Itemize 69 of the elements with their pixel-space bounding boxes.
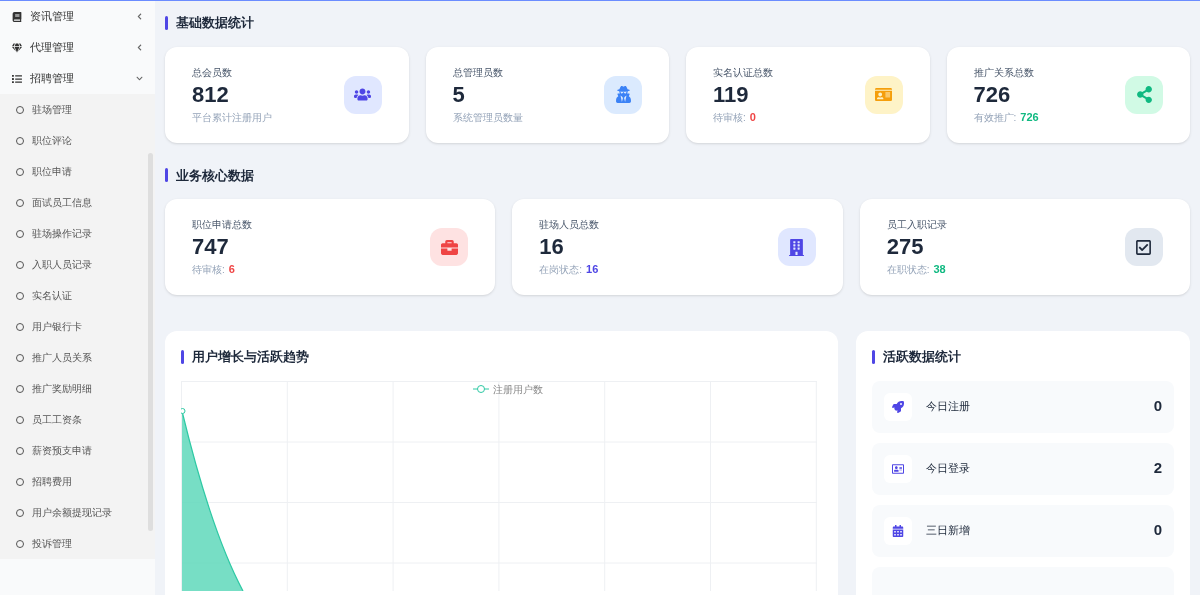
menu-item[interactable]: 招聘管理 bbox=[0, 63, 155, 94]
stat-highlight: 16 bbox=[586, 262, 599, 277]
stat-highlight: 38 bbox=[933, 262, 946, 277]
checkbox-icon bbox=[1135, 238, 1153, 256]
spy-icon bbox=[614, 86, 632, 103]
stat-note: 待审核: bbox=[192, 263, 225, 277]
menu-item[interactable]: 代理管理 bbox=[0, 32, 155, 63]
activity-label: 三日新增 bbox=[926, 523, 971, 539]
submenu-item[interactable]: 入职人员记录 bbox=[0, 249, 155, 280]
stat-note: 系统管理员数量 bbox=[452, 110, 523, 125]
stat-highlight: 6 bbox=[228, 262, 235, 277]
submenu-item[interactable]: 职位申请 bbox=[0, 156, 155, 187]
stat-highlight: 0 bbox=[749, 109, 756, 125]
id-card-icon bbox=[892, 462, 904, 475]
stat-label: 推广关系总数 bbox=[973, 65, 1035, 80]
stat-label: 总会员数 bbox=[192, 65, 233, 80]
stat-value: 119 bbox=[713, 80, 750, 109]
submenu-item[interactable]: 推广奖励明细 bbox=[0, 373, 155, 404]
stat-value: 16 bbox=[539, 233, 565, 261]
submenu-item[interactable]: 实名认证 bbox=[0, 280, 155, 311]
activity-value: 2 bbox=[1153, 458, 1162, 479]
legend-label: 注册用户数 bbox=[493, 382, 543, 397]
stat-value: 5 bbox=[452, 80, 466, 109]
submenu-item[interactable]: 员工工资条 bbox=[0, 404, 155, 435]
legend-marker-icon bbox=[473, 384, 489, 394]
section-title: 基础数据统计 bbox=[176, 14, 254, 32]
stat-label: 员工入职记录 bbox=[886, 218, 948, 232]
stat-note: 在岗状态: bbox=[539, 263, 583, 277]
submenu-item[interactable]: 用户余额提现记录 bbox=[0, 497, 155, 528]
list-icon bbox=[12, 73, 22, 84]
activity-value: 0 bbox=[1153, 520, 1162, 541]
stat-label: 总管理员数 bbox=[452, 65, 504, 80]
stat-note: 在职状态: bbox=[886, 263, 930, 277]
gem-icon bbox=[12, 42, 22, 53]
section-title: 业务核心数据 bbox=[176, 166, 254, 185]
stat-note: 平台累计注册用户 bbox=[192, 110, 272, 125]
submenu-item[interactable]: 招聘费用 bbox=[0, 466, 155, 497]
stat-value: 747 bbox=[192, 233, 230, 261]
share-icon bbox=[1135, 86, 1153, 103]
rocket-icon bbox=[892, 400, 904, 413]
stat-value: 812 bbox=[192, 80, 230, 109]
submenu-item[interactable]: 薪资预支申请 bbox=[0, 435, 155, 466]
stat-label: 实名认证总数 bbox=[713, 65, 774, 80]
id-card-icon bbox=[875, 86, 892, 103]
submenu-item[interactable]: 用户银行卡 bbox=[0, 311, 155, 342]
submenu-item[interactable]: 投诉管理 bbox=[0, 528, 155, 559]
activity-label: 今日注册 bbox=[926, 399, 971, 415]
submenu-item[interactable]: 驻场管理 bbox=[0, 94, 155, 125]
section-title: 用户增长与活跃趋势 bbox=[192, 348, 309, 366]
submenu-item[interactable]: 驻场操作记录 bbox=[0, 218, 155, 249]
book-icon bbox=[12, 11, 22, 22]
stat-value: 275 bbox=[886, 233, 925, 261]
stat-highlight: 726 bbox=[1020, 109, 1039, 125]
stat-note: 有效推广: bbox=[973, 110, 1017, 125]
building-icon bbox=[788, 238, 806, 256]
users-icon bbox=[354, 86, 371, 103]
activity-value: 0 bbox=[1153, 396, 1162, 417]
menu-item[interactable]: 资讯管理 bbox=[0, 1, 155, 32]
briefcase-icon bbox=[440, 238, 458, 256]
stat-label: 驻场人员总数 bbox=[539, 218, 601, 232]
stat-note: 待审核: bbox=[713, 110, 746, 125]
submenu-item[interactable]: 职位评论 bbox=[0, 125, 155, 156]
submenu-item[interactable]: 推广人员关系 bbox=[0, 342, 155, 373]
activity-label: 今日登录 bbox=[926, 461, 971, 477]
section-title: 活跃数据统计 bbox=[883, 348, 961, 366]
stat-label: 职位申请总数 bbox=[192, 218, 253, 232]
submenu-item[interactable]: 面试员工信息 bbox=[0, 187, 155, 218]
stat-value: 726 bbox=[973, 80, 1012, 109]
calendar-icon bbox=[892, 524, 904, 537]
